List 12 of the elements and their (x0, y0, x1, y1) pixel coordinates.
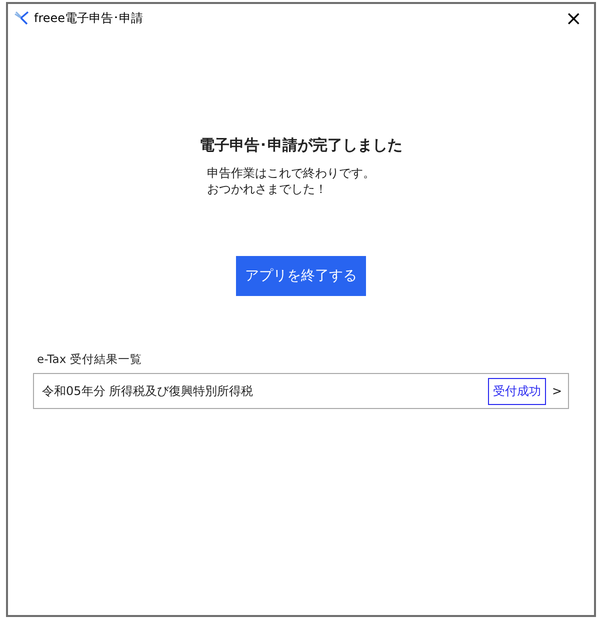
return-name: 令和05年分 所得税及び復興特別所得税 (42, 382, 254, 400)
logo-icon (14, 11, 30, 25)
status-badge[interactable]: 受付成功 (488, 378, 546, 404)
message-text: 申告作業はこれで終わりです。 (207, 165, 375, 181)
results-title: e-Tax 受付結果一覧 (37, 352, 143, 367)
close-button[interactable]: × (559, 8, 588, 28)
message-text: おつかれさまでした！ (207, 181, 328, 197)
result-row[interactable]: 令和05年分 所得税及び復興特別所得税 受付成功 > (33, 373, 569, 409)
completion-heading: 電子申告･申請が完了しました (200, 136, 402, 155)
window-title: freee電子申告･申請 (34, 10, 144, 26)
exit-app-button[interactable]: アプリを終了する (236, 256, 366, 296)
chevron-icon: > (552, 384, 562, 398)
